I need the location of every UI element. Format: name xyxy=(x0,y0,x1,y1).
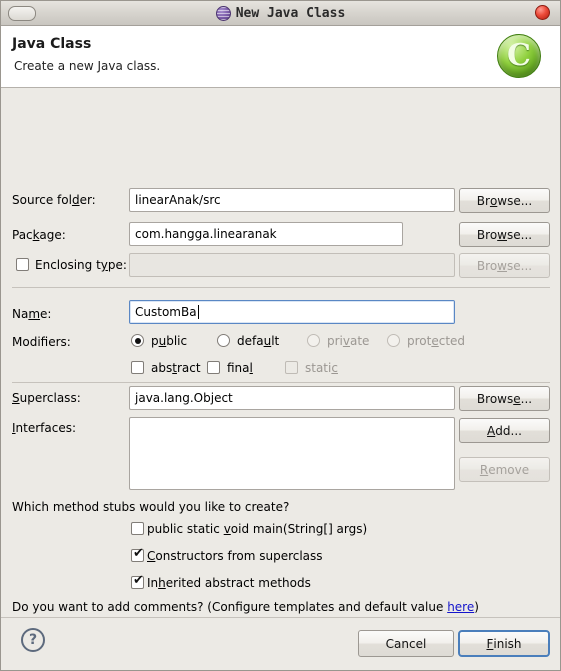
cancel-button[interactable]: Cancel xyxy=(358,630,454,657)
section-divider-1 xyxy=(12,287,550,288)
package-browse-button[interactable]: Bro w se... xyxy=(459,222,550,247)
window-title: New Java Class xyxy=(235,5,346,21)
method-stubs-question: Which method stubs would you like to cre… xyxy=(12,500,290,514)
modifier-checkbox-abstract-label: abstract xyxy=(151,361,201,375)
stub-checkbox-inherited-abstract[interactable]: ✔ xyxy=(131,574,144,589)
configure-templates-link[interactable]: here xyxy=(447,600,474,614)
java-sphere-icon xyxy=(215,5,231,21)
modifier-radio-private xyxy=(307,334,320,347)
page-title: Java Class xyxy=(12,36,92,52)
modifier-radio-protected-label: protected xyxy=(407,334,466,348)
stub-checkbox-constructors[interactable]: ✔ xyxy=(131,547,144,562)
package-label: Package: xyxy=(12,228,66,242)
dialog-footer: ? Cancel Finish xyxy=(1,617,560,670)
page-description: Create a new Java class. xyxy=(14,59,161,73)
finish-button[interactable]: Finish xyxy=(458,630,550,657)
dialog-body: Source folder: linearAnak/src Br o wse... … xyxy=(1,88,560,636)
superclass-label: Superclass: xyxy=(12,391,81,405)
window-titlebar: New Java Class xyxy=(1,1,560,26)
superclass-browse-button[interactable]: Brows e... xyxy=(459,386,550,411)
modifier-radio-default-label: default xyxy=(237,334,280,348)
enclosing-type-checkbox[interactable] xyxy=(16,258,29,271)
section-divider-2 xyxy=(12,382,550,383)
stub-checkbox-main-method-label: public static void main(String[] args) xyxy=(147,522,368,536)
interfaces-add-button[interactable]: Add... xyxy=(459,418,550,443)
modifier-checkbox-final-label: final xyxy=(227,361,253,375)
new-java-class-dialog: New Java Class Java Class Create a new J… xyxy=(0,0,561,671)
stub-checkbox-main-method[interactable] xyxy=(131,522,144,535)
enclosing-type-label: Enclosing type: xyxy=(35,258,127,272)
modifier-radio-public-label: public xyxy=(151,334,188,348)
superclass-input[interactable]: java.lang.Object xyxy=(129,386,455,410)
name-label: Name: xyxy=(12,307,52,321)
modifier-checkbox-abstract[interactable] xyxy=(131,361,144,374)
modifier-radio-default[interactable] xyxy=(217,334,230,347)
comments-question: Do you want to add comments? (Configure … xyxy=(12,600,479,614)
stub-checkbox-constructors-label: Constructors from superclass xyxy=(147,549,323,563)
interfaces-remove-button: Remove xyxy=(459,457,550,482)
interfaces-listbox[interactable] xyxy=(129,417,455,490)
enclosing-type-browse-button: Bro w se... xyxy=(459,253,550,278)
close-icon[interactable] xyxy=(535,5,550,20)
modifier-checkbox-static-label: static xyxy=(305,361,338,375)
modifiers-label: Modifiers: xyxy=(12,335,71,349)
source-folder-input[interactable]: linearAnak/src xyxy=(129,188,455,212)
modifier-radio-protected xyxy=(387,334,400,347)
name-input[interactable]: CustomBa xyxy=(129,300,455,324)
source-folder-label: Source folder: xyxy=(12,193,96,207)
stub-checkbox-inherited-abstract-label: Inherited abstract methods xyxy=(147,576,311,590)
modifier-checkbox-static xyxy=(285,361,298,374)
source-folder-browse-button[interactable]: Br o wse... xyxy=(459,188,550,213)
modifier-radio-private-label: private xyxy=(327,334,370,348)
green-class-c-icon: C xyxy=(495,32,543,80)
modifier-radio-public[interactable] xyxy=(131,334,144,347)
modifier-checkbox-final[interactable] xyxy=(207,361,220,374)
enclosing-type-input xyxy=(129,253,455,277)
window-title-group: New Java Class xyxy=(1,1,560,25)
interfaces-label: Interfaces: xyxy=(12,421,77,435)
help-icon[interactable]: ? xyxy=(21,628,45,652)
dialog-header: Java Class Create a new Java class. C xyxy=(1,26,560,88)
package-input[interactable]: com.hangga.linearanak xyxy=(129,222,403,246)
